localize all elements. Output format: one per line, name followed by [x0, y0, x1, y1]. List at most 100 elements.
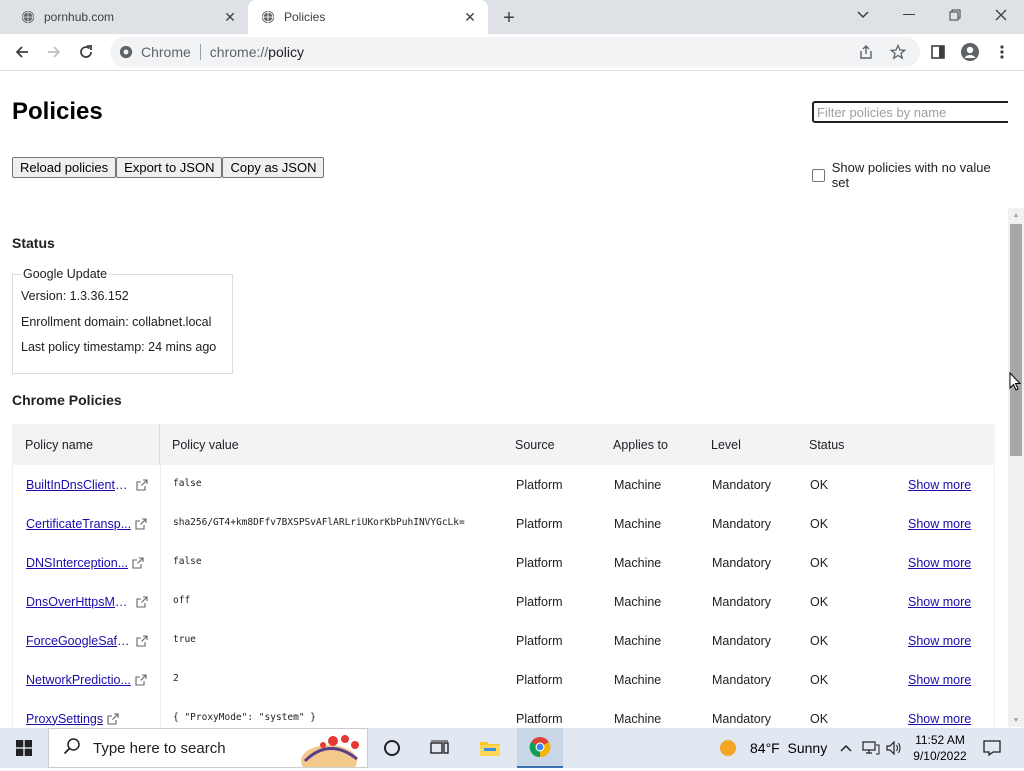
- show-more-link[interactable]: Show more: [908, 595, 971, 609]
- tab-close-icon[interactable]: ✕: [460, 7, 480, 27]
- policy-level-cell: Mandatory: [712, 555, 772, 570]
- policy-status-cell: OK: [810, 516, 829, 531]
- taskbar-search-placeholder: Type here to search: [93, 739, 226, 757]
- header-status: Status: [809, 437, 845, 452]
- action-buttons: Reload policies Export to JSON Copy as J…: [12, 157, 325, 178]
- address-bar[interactable]: Chrome chrome://policy: [110, 37, 920, 67]
- file-explorer-icon[interactable]: [468, 728, 512, 768]
- status-timestamp: Last policy timestamp: 24 mins ago: [21, 340, 217, 354]
- tab-search-chevron-icon[interactable]: [840, 0, 886, 30]
- filter-policies-input[interactable]: [812, 101, 1008, 123]
- policy-value-cell: off: [173, 595, 191, 606]
- reload-icon[interactable]: [72, 38, 100, 66]
- table-row: CertificateTransp... sha256/GT4+km8DFfv7B…: [12, 504, 995, 543]
- external-link-icon[interactable]: [132, 556, 144, 569]
- tab-pornhub[interactable]: pornhub.com ✕: [8, 0, 248, 34]
- scrollbar-thumb[interactable]: [1010, 224, 1022, 456]
- show-no-value-toggle[interactable]: Show policies with no value set: [812, 160, 1008, 190]
- new-tab-plus-icon[interactable]: +: [498, 7, 520, 29]
- reload-policies-button[interactable]: Reload policies: [12, 157, 117, 178]
- policy-applies-cell: Machine: [614, 555, 662, 570]
- column-divider: [159, 424, 160, 465]
- policy-name-cell: ForceGoogleSafe...: [26, 634, 148, 648]
- external-link-icon[interactable]: [135, 517, 147, 530]
- table-row: BuiltInDnsClientE... false Platform Machine…: [12, 465, 995, 504]
- policy-source-cell: Platform: [516, 477, 563, 492]
- cortana-circle-icon[interactable]: [372, 728, 412, 768]
- network-icon[interactable]: [860, 728, 882, 768]
- tray-chevron-up-icon[interactable]: [836, 728, 856, 768]
- restore-icon[interactable]: [932, 0, 978, 30]
- weather-widget[interactable]: 84°F Sunny: [718, 728, 828, 768]
- show-more-link[interactable]: Show more: [908, 634, 971, 648]
- external-link-icon[interactable]: [136, 595, 148, 608]
- policy-name-link[interactable]: DnsOverHttpsMo...: [26, 595, 132, 609]
- chrome-site-icon: [119, 45, 133, 59]
- task-view-icon[interactable]: [418, 728, 462, 768]
- volume-icon[interactable]: [883, 728, 905, 768]
- table-row: ProxySettings { "ProxyMode": "system" } Pl…: [12, 699, 995, 728]
- close-window-icon[interactable]: [978, 0, 1024, 30]
- taskbar-search-box[interactable]: Type here to search: [48, 728, 368, 771]
- policy-applies-cell: Machine: [614, 711, 662, 726]
- policy-level-cell: Mandatory: [712, 711, 772, 726]
- kebab-menu-icon[interactable]: [988, 38, 1016, 66]
- scroll-down-arrow-icon[interactable]: ▼: [1008, 713, 1024, 727]
- share-icon[interactable]: [852, 38, 880, 66]
- tab-policies[interactable]: Policies ✕: [248, 0, 488, 34]
- policy-name-cell: BuiltInDnsClientE...: [26, 478, 148, 492]
- policy-name-link[interactable]: ProxySettings: [26, 712, 103, 726]
- policy-name-link[interactable]: CertificateTransp...: [26, 517, 131, 531]
- show-no-value-checkbox[interactable]: [812, 168, 825, 182]
- show-more-link[interactable]: Show more: [908, 673, 971, 687]
- policy-name-link[interactable]: NetworkPredictio...: [26, 673, 131, 687]
- search-highlight-image: [293, 731, 365, 771]
- mouse-cursor-icon: [1009, 372, 1021, 391]
- policy-name-link[interactable]: ForceGoogleSafe...: [26, 634, 132, 648]
- policy-name-cell: DNSInterception...: [26, 556, 144, 570]
- copy-json-button[interactable]: Copy as JSON: [222, 157, 325, 178]
- external-link-icon[interactable]: [136, 634, 148, 647]
- bookmark-star-icon[interactable]: [884, 38, 912, 66]
- export-json-button[interactable]: Export to JSON: [116, 157, 223, 178]
- sun-icon: [720, 740, 736, 756]
- policy-level-cell: Mandatory: [712, 672, 772, 687]
- header-policy-value: Policy value: [172, 437, 239, 452]
- status-heading: Status: [12, 235, 55, 251]
- show-more-link[interactable]: Show more: [908, 517, 971, 531]
- external-link-icon[interactable]: [136, 478, 148, 491]
- forward-arrow-icon[interactable]: [40, 38, 68, 66]
- tab-close-icon[interactable]: ✕: [220, 7, 240, 27]
- profile-avatar-icon[interactable]: [956, 38, 984, 66]
- scroll-up-arrow-icon[interactable]: ▲: [1008, 208, 1024, 222]
- page-title: Policies: [12, 98, 103, 125]
- policy-source-cell: Platform: [516, 555, 563, 570]
- external-link-icon[interactable]: [135, 673, 147, 686]
- show-more-link[interactable]: Show more: [908, 712, 971, 726]
- policy-value-cell: sha256/GT4+km8DFfv7BXSPSvAFlARLriUKorKbP…: [173, 517, 465, 528]
- policy-name-link[interactable]: BuiltInDnsClientE...: [26, 478, 132, 492]
- policy-level-cell: Mandatory: [712, 477, 772, 492]
- policy-name-link[interactable]: DNSInterception...: [26, 556, 128, 570]
- policy-name-cell: DnsOverHttpsMo...: [26, 595, 148, 609]
- side-panel-icon[interactable]: [924, 38, 952, 66]
- show-more-link[interactable]: Show more: [908, 478, 971, 492]
- show-more-link[interactable]: Show more: [908, 556, 971, 570]
- back-arrow-icon[interactable]: [8, 38, 36, 66]
- column-divider: [160, 465, 161, 504]
- table-row: DNSInterception... false Platform Machine Ma…: [12, 543, 995, 582]
- clock-time: 11:52 AM: [915, 733, 965, 747]
- windows-start-icon[interactable]: [0, 728, 48, 768]
- policy-status-cell: OK: [810, 555, 829, 570]
- table-body: BuiltInDnsClientE... false Platform Machine…: [12, 465, 995, 728]
- policy-status-cell: OK: [810, 633, 829, 648]
- minimize-icon[interactable]: [886, 0, 932, 30]
- page-scrollbar[interactable]: ▲ ▼: [1008, 208, 1024, 727]
- chrome-taskbar-icon[interactable]: [517, 728, 563, 768]
- policy-source-cell: Platform: [516, 711, 563, 726]
- notifications-icon[interactable]: [976, 728, 1008, 768]
- external-link-icon[interactable]: [107, 712, 119, 725]
- globe-icon: [260, 9, 276, 25]
- column-divider: [160, 699, 161, 728]
- taskbar-clock[interactable]: 11:52 AM 9/10/2022: [912, 732, 968, 764]
